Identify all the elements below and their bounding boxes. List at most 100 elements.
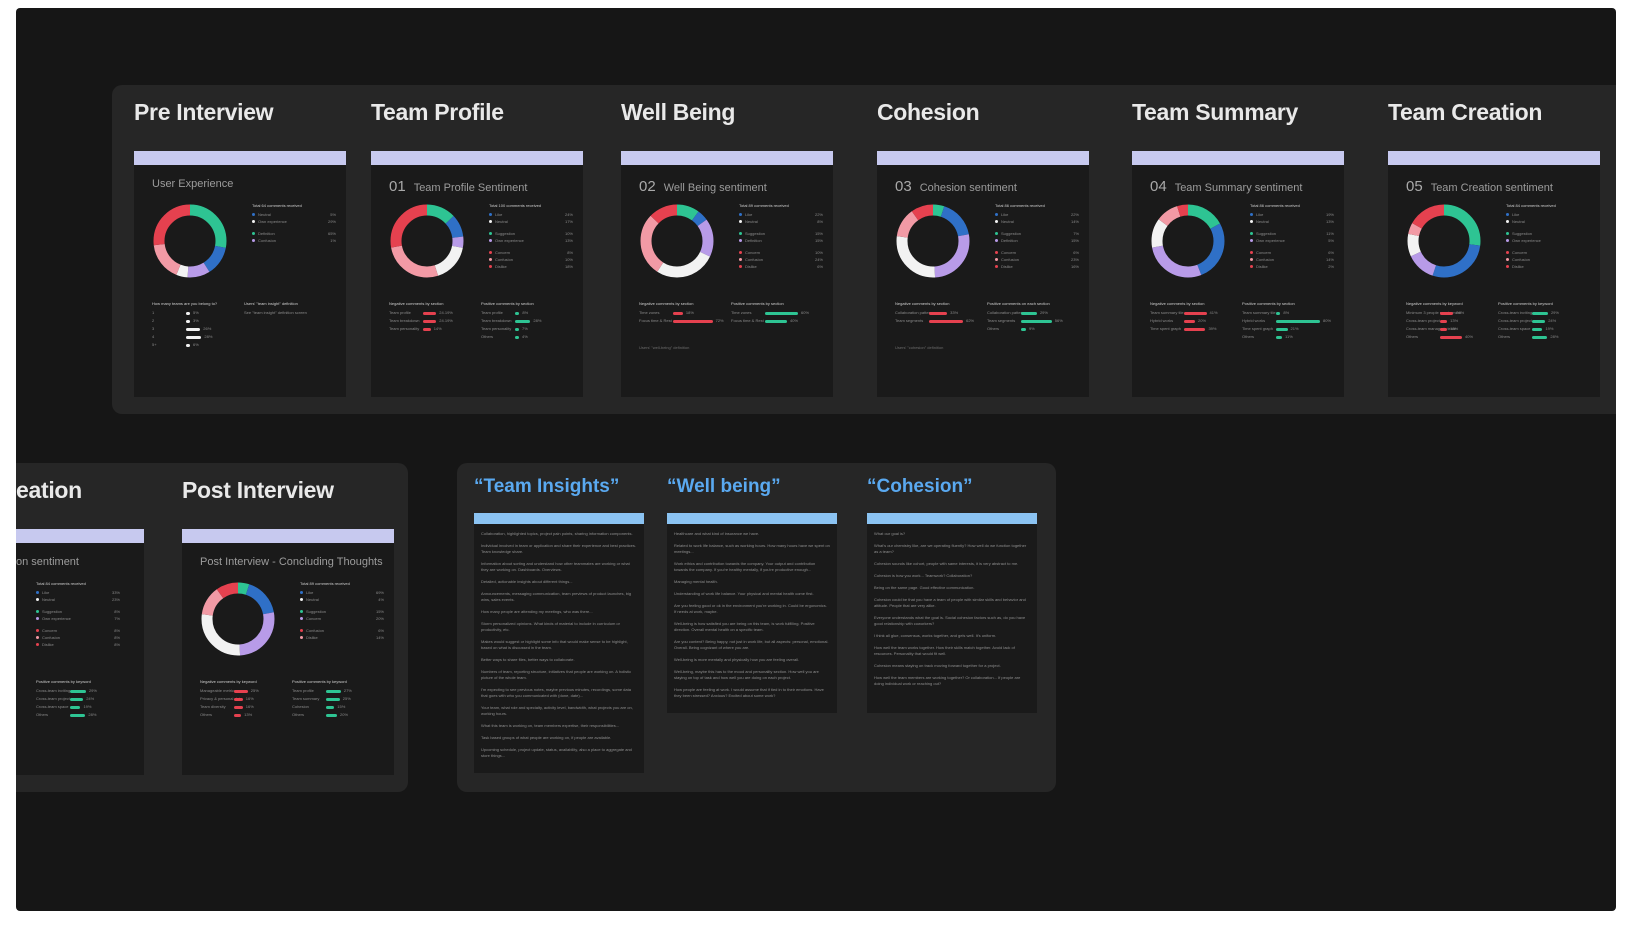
user-quote: Work ethics and contribution towards the…: [674, 561, 816, 572]
legend-swatch: [300, 636, 303, 639]
legend-value: 5%: [330, 212, 336, 217]
bar-mark: [423, 320, 437, 323]
legend-value: 8%: [114, 609, 120, 614]
bar-label: Others: [1242, 334, 1255, 339]
legend-item: Dislike 6%: [739, 264, 829, 271]
slide-title-text: Well Being sentiment: [663, 182, 767, 194]
keyword-slide[interactable]: Collaboration, highlighted topics, proje…: [474, 513, 644, 773]
legend-item: Suggestion 15%: [739, 231, 829, 238]
bar-mark: [234, 706, 243, 709]
bar-value: 80%: [1323, 318, 1332, 323]
legend-label: Confusion: [42, 635, 61, 640]
legend-label: Suggestion: [745, 231, 766, 236]
user-quote: Everyone understands what the goal is. S…: [874, 615, 1026, 626]
bar-mark: [70, 706, 81, 709]
bar-mark: [1532, 320, 1546, 323]
bar-value: 28%: [204, 334, 213, 339]
legend-value: 24%: [564, 212, 573, 217]
positive-comments-bars: Positive comments by section Time zones 60…: [731, 301, 823, 326]
bar-row: Team diversity 16%: [200, 704, 292, 712]
bar-value: 4%: [522, 334, 528, 339]
legend-swatch: [1506, 232, 1509, 235]
legend-swatch: [739, 232, 742, 235]
definition-note: Users' "cohesion" definition: [895, 345, 944, 350]
bar-mark: [765, 320, 787, 323]
user-quote: Well-being is more mentally and physical…: [674, 657, 800, 662]
bar-row: Others 28%: [1498, 334, 1590, 342]
legend-swatch: [489, 220, 492, 223]
user-quote: Storm personalized opinions. What kinds …: [481, 621, 620, 632]
bar-value: 21%: [1290, 326, 1299, 331]
bar-row: Team personality 14%: [389, 326, 481, 334]
quote-list: What our goal is? What's our chemistry li…: [867, 524, 1037, 687]
bar-mark: [1021, 312, 1037, 315]
legend-swatch: [995, 220, 998, 223]
slide-title: 01 Team Profile Sentiment: [389, 178, 527, 195]
bar-value: 72%: [715, 318, 724, 323]
section-slide[interactable]: Post Interview - Concluding Thoughts Tota…: [182, 529, 394, 775]
bar-row: Others 20%: [292, 712, 384, 720]
bar-mark: [1532, 336, 1548, 339]
slide-header-bar: [474, 513, 644, 524]
legend-swatch: [489, 258, 492, 261]
legend-value: 4%: [378, 597, 384, 602]
slide-number: 01: [389, 178, 406, 195]
keyword-slide[interactable]: Healthcare and what kind of insurance we…: [667, 513, 837, 713]
bar-row: Time zones 18%: [639, 310, 731, 318]
keyword-title: “Cohesion”: [867, 476, 973, 497]
legend-label: Neutral: [745, 219, 758, 224]
bar-label: Team summary tile: [1150, 310, 1184, 315]
legend-value: 6%: [1328, 250, 1334, 255]
legend-label: Suggestion: [306, 609, 327, 614]
sentiment-donut-chart: [896, 204, 970, 278]
bar-label: 1: [152, 310, 155, 315]
bar-label: Others: [292, 712, 305, 717]
bar-mark: [326, 706, 335, 709]
keyword-slide[interactable]: What our goal is? What's our chemistry li…: [867, 513, 1037, 713]
bar-label: Collaboration pattern: [895, 310, 933, 315]
bar-row: Manageable metrics 25%: [200, 688, 292, 696]
slide-title-text: Team Creation sentiment: [1430, 182, 1553, 194]
bar-label: 4: [152, 334, 155, 339]
legend-swatch: [1506, 265, 1509, 268]
legend-item: Confusion 6%: [300, 628, 390, 635]
bar-mark: [234, 698, 243, 701]
section-slide[interactable]: 01 Team Profile Sentiment Total 100 commen…: [371, 151, 583, 397]
legend-swatch: [739, 265, 742, 268]
legend-label: Like: [306, 590, 314, 595]
legend-value: 20%: [375, 616, 384, 621]
bar-row: Others 9%: [987, 326, 1079, 334]
user-quote: Cohesion means staying on track moving f…: [874, 663, 1001, 668]
section-slide[interactable]: 03 Cohesion sentiment Total 86 comments re…: [877, 151, 1089, 397]
bar-row: Cohesion 15%: [292, 704, 384, 712]
legend-item: Like 22%: [995, 212, 1085, 219]
legend-label: Suggestion: [1512, 231, 1533, 236]
bar-label: Cross-team space: [1498, 326, 1531, 331]
bar-row: Collaboration pattern 29%: [987, 310, 1079, 318]
section-slide[interactable]: User Experience Total 64 comments receive…: [134, 151, 346, 397]
section-slide[interactable]: 05 Team Creation sentiment Total 84 commen…: [1388, 151, 1600, 397]
positive-comments-bars: Positive comments on each section Collabo…: [987, 301, 1079, 334]
legend-swatch: [1506, 251, 1509, 254]
bar-value: 20%: [1198, 318, 1207, 323]
section-slide[interactable]: on sentiment Total 84 comments received Li…: [16, 529, 144, 775]
legend-title: Total 64 comments received: [252, 203, 302, 208]
sentiment-donut-chart: [640, 204, 714, 278]
bar-value: 29%: [1039, 310, 1048, 315]
section-slide[interactable]: 02 Well Being sentiment Total 89 comments …: [621, 151, 833, 397]
legend-value: 8%: [114, 642, 120, 647]
bar-mark: [1440, 320, 1448, 323]
bars-title: Negative comments by keyword: [200, 679, 257, 684]
user-quote: Well-being is how satisfied you are bein…: [674, 621, 815, 632]
bar-value: 27%: [343, 688, 352, 693]
sentiment-donut-chart: [1151, 204, 1225, 278]
bar-mark: [423, 312, 437, 315]
bar-row: Team breakdown 24.19%: [389, 318, 481, 326]
legend-label: Dislike: [42, 642, 54, 647]
bar-mark: [1276, 320, 1320, 323]
legend-value: 7%: [1073, 231, 1079, 236]
negative-comments-bars: Negative comments by section Team profile…: [389, 301, 481, 334]
bar-value: 11%: [1285, 334, 1293, 339]
section-slide[interactable]: 04 Team Summary sentiment Total 86 comment…: [1132, 151, 1344, 397]
legend-value: 33%: [111, 590, 120, 595]
